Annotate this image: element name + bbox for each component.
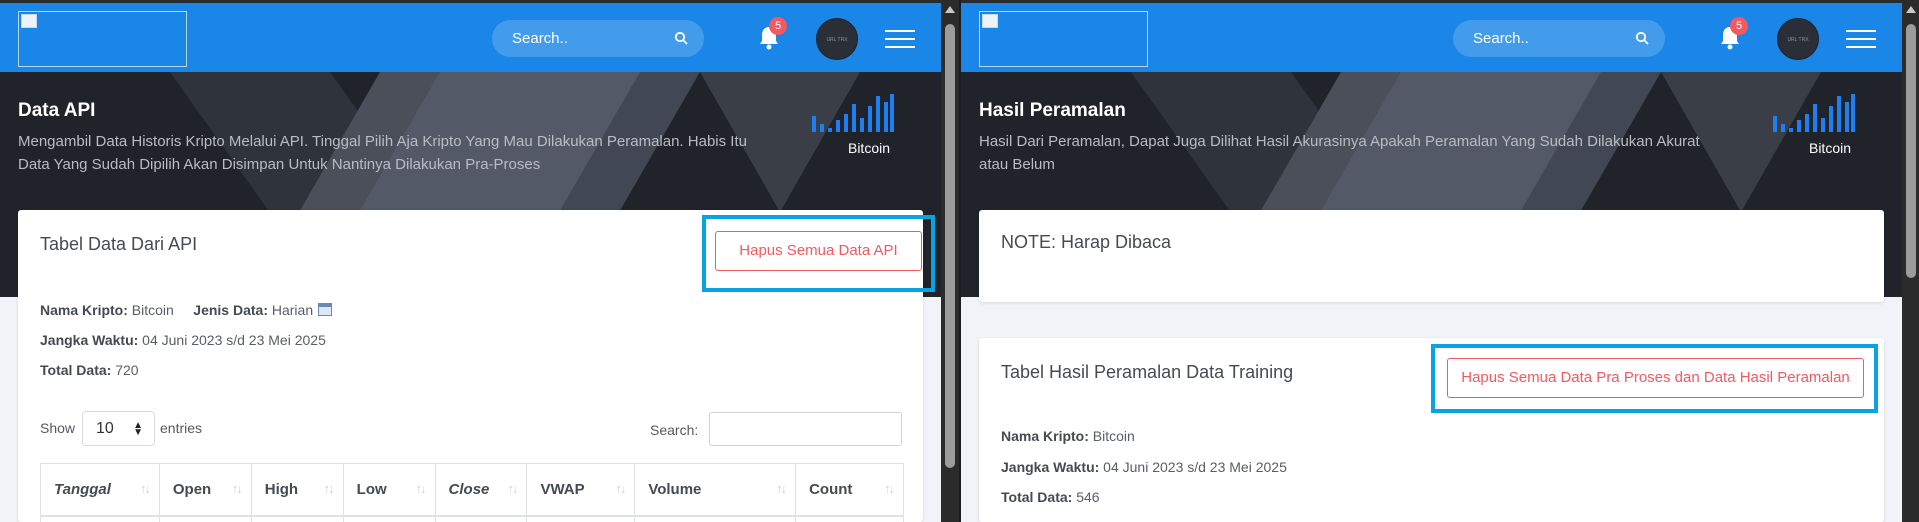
left-browser-pane: Search.. 5 URL TRX Data API Mengambil Da… [0, 0, 941, 522]
bar-chart-icon [812, 94, 894, 132]
sort-icon: ↑↓ [884, 481, 895, 496]
hamburger-menu-icon[interactable] [885, 30, 915, 50]
page-title: Hasil Peramalan [979, 100, 1126, 121]
logo[interactable] [979, 11, 1148, 67]
top-navbar: Search.. 5 URL TRX [961, 0, 1902, 72]
scroll-up-arrow-icon[interactable] [945, 6, 955, 13]
search-placeholder: Search.. [1473, 30, 1529, 47]
select-caret-icon: ▲ ▼ [133, 420, 143, 438]
notification-badge: 5 [1730, 17, 1748, 35]
column-header-low[interactable]: Low ↑↓ [342, 463, 436, 517]
range-info: Jangka Waktu: 04 Juni 2023 s/d 23 Mei 20… [40, 332, 326, 348]
total-info: Total Data: 720 [40, 362, 139, 378]
page-title: Data API [18, 100, 96, 121]
delete-all-preprocess-and-forecast-button[interactable]: Hapus Semua Data Pra Proses dan Data Has… [1447, 358, 1864, 398]
search-input[interactable]: Search.. [1453, 20, 1665, 57]
table-row [40, 515, 904, 522]
column-header-tanggal[interactable]: Tanggal ↑↓ [40, 463, 160, 517]
note-card: NOTE: Harap Dibaca [979, 210, 1884, 302]
crypto-name: Bitcoin [131, 302, 174, 318]
avatar-text: URL TRX [826, 37, 848, 43]
column-header-count[interactable]: Count ↑↓ [795, 463, 904, 517]
search-input[interactable]: Search.. [492, 20, 704, 57]
entries-select[interactable]: 10 ▲ ▼ [82, 411, 155, 446]
avatar-text: URL TRX [1787, 37, 1809, 43]
column-header-volume[interactable]: Volume ↑↓ [634, 463, 797, 517]
search-icon[interactable] [674, 31, 688, 45]
table-search-input[interactable] [709, 412, 902, 446]
card-title: Tabel Data Dari API [40, 234, 198, 254]
data-type: Harian [271, 302, 314, 318]
sort-icon: ↑↓ [507, 481, 518, 496]
delete-all-api-data-button[interactable]: Hapus Semua Data API [715, 231, 922, 271]
scrollbar-thumb[interactable] [945, 24, 955, 468]
api-data-card: Tabel Data Dari API Hapus Semua Data API… [18, 210, 935, 522]
bar-chart-icon [1773, 94, 1855, 132]
page-subtitle: Hasil Dari Peramalan, Dapat Juga Dilihat… [979, 133, 1700, 173]
coin-label: Bitcoin [847, 140, 891, 156]
crypto-info: Nama Kripto: Bitcoin Jenis Data: Harian [40, 302, 333, 318]
broken-image-icon [982, 14, 998, 28]
right-scrollbar[interactable] [1902, 0, 1919, 522]
avatar[interactable]: URL TRX [816, 18, 858, 60]
logo[interactable] [18, 11, 187, 67]
total-info: Total Data: 546 [1001, 489, 1100, 505]
top-navbar: Search.. 5 URL TRX [0, 0, 941, 72]
show-label: Show [40, 420, 76, 436]
scroll-up-arrow-icon[interactable] [1906, 6, 1916, 13]
calendar-icon [318, 303, 333, 316]
coin-label: Bitcoin [1808, 140, 1852, 156]
sort-icon: ↑↓ [139, 481, 151, 496]
notification-badge: 5 [769, 17, 787, 35]
api-data-table: Tanggal ↑↓ Open ↑↓ High ↑↓ Low ↑↓ Close ↑↓ VW… [40, 463, 904, 522]
forecast-result-card: Tabel Hasil Peramalan Data Training Hapu… [979, 338, 1884, 522]
search-placeholder: Search.. [512, 30, 568, 47]
right-browser-pane: Search.. 5 URL TRX Hasil Peramalan Hasil… [961, 0, 1902, 522]
sort-icon: ↑↓ [323, 481, 335, 496]
column-header-open[interactable]: Open ↑↓ [158, 463, 252, 517]
table-search-label: Search: [650, 422, 699, 438]
column-header-high[interactable]: High ↑↓ [250, 463, 344, 517]
range-info: Jangka Waktu: 04 Juni 2023 s/d 23 Mei 20… [1001, 459, 1287, 475]
scrollbar-thumb[interactable] [1906, 24, 1916, 278]
broken-image-icon [21, 14, 37, 28]
page-subtitle: Mengambil Data Historis Kripto Melalui A… [18, 133, 747, 173]
sort-icon: ↑↓ [615, 481, 626, 496]
left-scrollbar[interactable] [941, 0, 959, 522]
entries-label: entries [160, 420, 203, 436]
avatar[interactable]: URL TRX [1777, 18, 1819, 60]
sort-icon: ↑↓ [415, 481, 427, 496]
card-title: Tabel Hasil Peramalan Data Training [1001, 362, 1294, 382]
crypto-name: Bitcoin [1092, 428, 1135, 444]
note-title: NOTE: Harap Dibaca [1001, 232, 1172, 252]
column-header-close[interactable]: Close ↑↓ [434, 463, 528, 517]
column-header-vwap[interactable]: VWAP ↑↓ [526, 463, 636, 517]
sort-icon: ↑↓ [776, 481, 787, 496]
search-icon[interactable] [1635, 31, 1649, 45]
hamburger-menu-icon[interactable] [1846, 30, 1876, 50]
sort-icon: ↑↓ [231, 481, 243, 496]
crypto-info: Nama Kripto: Bitcoin [1001, 428, 1135, 444]
